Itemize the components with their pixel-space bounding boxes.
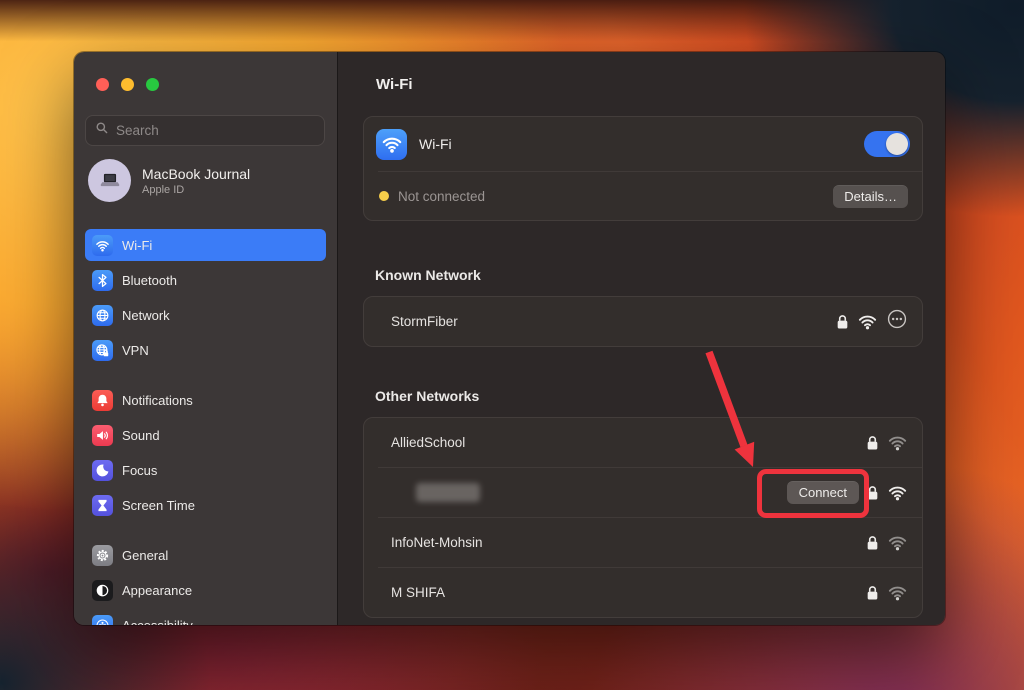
sidebar-item-focus[interactable]: Focus xyxy=(85,454,326,486)
status-dot xyxy=(379,191,389,201)
sidebar-item-bluetooth[interactable]: Bluetooth xyxy=(85,264,326,296)
network-row-infonet-mohsin[interactable]: InfoNet-Mohsin xyxy=(364,518,922,567)
globe-lock-icon xyxy=(92,340,113,361)
sidebar-item-label: Screen Time xyxy=(122,498,195,513)
laptop-icon xyxy=(97,168,123,194)
known-network-header: Known Network xyxy=(375,221,945,283)
speaker-icon xyxy=(92,425,113,446)
desktop: Search MacBook Journal Apple ID xyxy=(0,0,1024,690)
lock-icon xyxy=(866,534,879,551)
status-text: Not connected xyxy=(398,189,485,204)
traffic-lights xyxy=(74,52,337,91)
wifi-signal-icon xyxy=(857,313,878,330)
other-networks-card: AlliedSchool xyxy=(363,417,923,618)
wifi-signal-icon xyxy=(887,484,908,501)
network-name: M SHIFA xyxy=(391,585,445,600)
network-row-alliedschool[interactable]: AlliedSchool xyxy=(364,418,922,467)
apple-id-item[interactable]: MacBook Journal Apple ID xyxy=(88,159,325,202)
sidebar-item-appearance[interactable]: Appearance xyxy=(85,574,326,606)
system-settings-window: Search MacBook Journal Apple ID xyxy=(74,52,945,625)
sidebar-item-label: General xyxy=(122,548,168,563)
sidebar-item-screen-time[interactable]: Screen Time xyxy=(85,489,326,521)
bell-icon xyxy=(92,390,113,411)
row-icons xyxy=(866,584,908,601)
network-name: AlliedSchool xyxy=(391,435,465,450)
zoom-button[interactable] xyxy=(146,78,159,91)
lock-icon xyxy=(836,313,849,330)
sidebar-item-label: Appearance xyxy=(122,583,192,598)
wifi-icon xyxy=(376,129,407,160)
hourglass-icon xyxy=(92,495,113,516)
toggle-knob xyxy=(886,133,908,155)
sidebar-item-notifications[interactable]: Notifications xyxy=(85,384,326,416)
wifi-status-row: Not connected Details… xyxy=(364,172,922,220)
sidebar-item-label: Accessibility xyxy=(122,618,193,626)
bluetooth-icon xyxy=(92,270,113,291)
accessibility-icon xyxy=(92,615,113,626)
settings-sidebar: Search MacBook Journal Apple ID xyxy=(74,52,337,625)
network-row-redacted[interactable]: Connect xyxy=(364,468,922,517)
wifi-pane: Wi-Fi Wi-Fi Not connected xyxy=(337,52,945,625)
pane-title: Wi-Fi xyxy=(338,52,945,93)
profile-subtitle: Apple ID xyxy=(142,183,250,197)
search-placeholder: Search xyxy=(116,123,159,138)
sidebar-item-sound[interactable]: Sound xyxy=(85,419,326,451)
wifi-toggle-row: Wi-Fi xyxy=(364,117,922,171)
redacted-network-name xyxy=(416,483,480,502)
wifi-signal-icon xyxy=(887,584,908,601)
lock-icon xyxy=(866,484,879,501)
sidebar-item-vpn[interactable]: VPN xyxy=(85,334,326,366)
moon-icon xyxy=(92,460,113,481)
close-button[interactable] xyxy=(96,78,109,91)
sidebar-item-label: Focus xyxy=(122,463,157,478)
globe-icon xyxy=(92,305,113,326)
wifi-toggle-card: Wi-Fi Not connected Details… xyxy=(363,116,923,221)
network-name: StormFiber xyxy=(391,314,458,329)
sidebar-item-wifi[interactable]: Wi-Fi xyxy=(85,229,326,261)
appearance-icon xyxy=(92,580,113,601)
sidebar-item-general[interactable]: General xyxy=(85,539,326,571)
sidebar-nav: Wi-Fi Bluetooth xyxy=(85,229,326,625)
sidebar-item-network[interactable]: Network xyxy=(85,299,326,331)
wifi-label: Wi-Fi xyxy=(419,136,452,152)
network-row-m-shifa[interactable]: M SHIFA xyxy=(364,568,922,617)
nav-group-connectivity: Wi-Fi Bluetooth xyxy=(85,229,326,366)
connect-button[interactable]: Connect xyxy=(787,481,859,504)
wifi-signal-icon xyxy=(887,434,908,451)
minimize-button[interactable] xyxy=(121,78,134,91)
wifi-signal-icon xyxy=(887,534,908,551)
wifi-icon xyxy=(92,235,113,256)
row-icons xyxy=(866,434,908,451)
lock-icon xyxy=(866,434,879,451)
sidebar-item-label: Network xyxy=(122,308,170,323)
more-options-button[interactable] xyxy=(886,308,908,335)
search-input[interactable]: Search xyxy=(85,115,325,146)
sidebar-item-label: Notifications xyxy=(122,393,193,408)
row-icons xyxy=(866,484,908,501)
lock-icon xyxy=(866,584,879,601)
search-icon xyxy=(95,121,109,140)
avatar xyxy=(88,159,131,202)
sidebar-item-label: Sound xyxy=(122,428,160,443)
sidebar-item-label: VPN xyxy=(122,343,149,358)
sidebar-item-label: Wi-Fi xyxy=(122,238,152,253)
sidebar-item-label: Bluetooth xyxy=(122,273,177,288)
row-icons xyxy=(866,534,908,551)
other-networks-header: Other Networks xyxy=(375,347,945,404)
row-icons xyxy=(836,308,908,335)
gear-icon xyxy=(92,545,113,566)
wifi-toggle[interactable] xyxy=(864,131,910,157)
nav-group-attention: Notifications Sound xyxy=(85,384,326,521)
details-button[interactable]: Details… xyxy=(833,185,908,208)
sidebar-item-accessibility[interactable]: Accessibility xyxy=(85,609,326,625)
profile-text: MacBook Journal Apple ID xyxy=(142,165,250,197)
profile-name: MacBook Journal xyxy=(142,165,250,183)
network-row-stormfiber[interactable]: StormFiber xyxy=(364,297,922,346)
nav-group-general: General Appearance xyxy=(85,539,326,625)
network-name: InfoNet-Mohsin xyxy=(391,535,483,550)
known-network-card: StormFiber xyxy=(363,296,923,347)
